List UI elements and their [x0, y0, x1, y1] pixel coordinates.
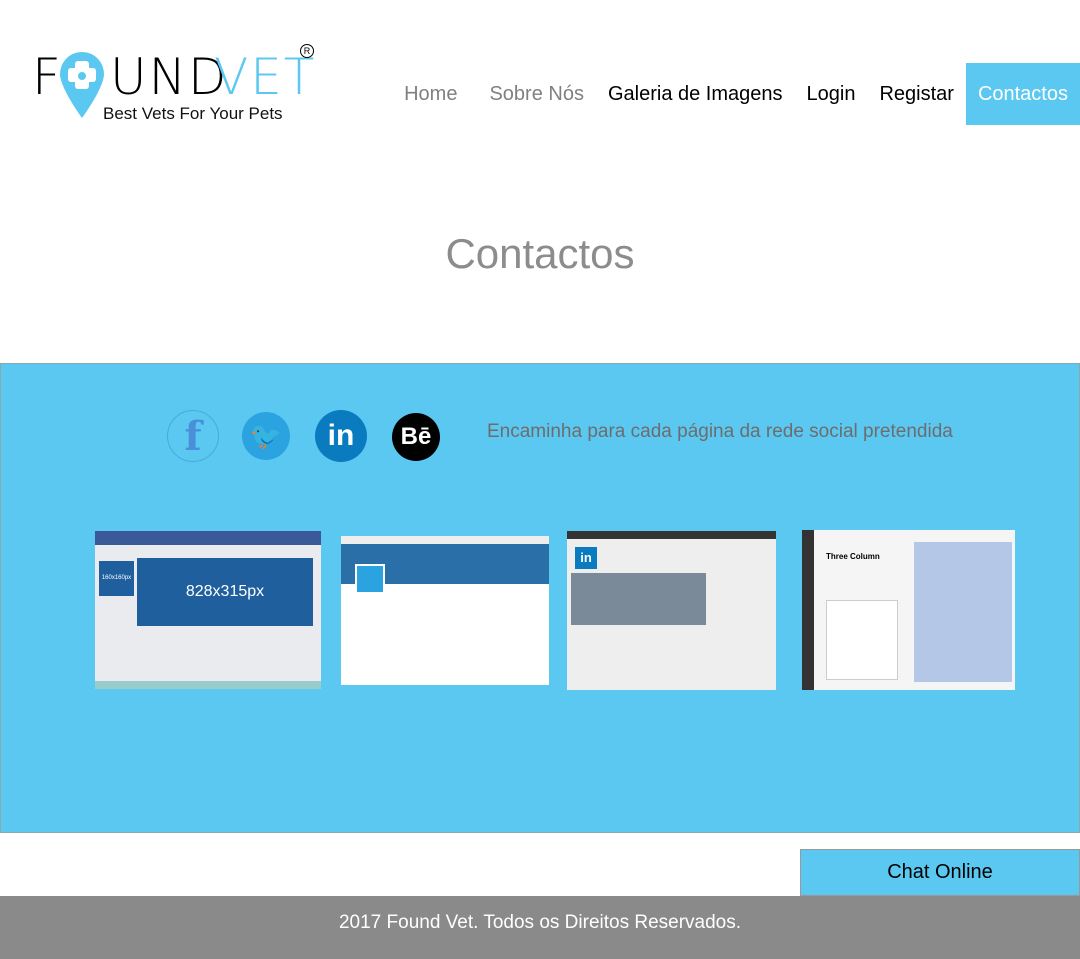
- nav-login[interactable]: Login: [795, 63, 868, 125]
- avatar-placeholder: 160x160px: [99, 561, 134, 596]
- nav-home[interactable]: Home: [392, 63, 469, 125]
- logo-vet: VET: [214, 48, 317, 106]
- logo[interactable]: F UND VET R Best Vets For Your Pets: [32, 42, 322, 127]
- linkedin-preview[interactable]: in: [567, 531, 776, 690]
- nav-sobre-nos[interactable]: Sobre Nós: [477, 63, 596, 125]
- registered-mark: R: [300, 44, 314, 58]
- page-title: Contactos: [445, 230, 635, 277]
- logo-tagline: Best Vets For Your Pets: [103, 104, 283, 123]
- twitter-icon[interactable]: 🐦: [242, 412, 290, 460]
- linkedin-icon[interactable]: in: [315, 410, 367, 462]
- social-message: Encaminha para cada página da rede socia…: [487, 421, 953, 442]
- cover-placeholder: 828x315px: [137, 558, 313, 626]
- behance-title: Three Column: [826, 552, 880, 561]
- nav-registar[interactable]: Registar: [867, 63, 965, 125]
- main-nav: Home Sobre Nós Galeria de Imagens Login …: [392, 63, 1080, 125]
- footer: 2017 Found Vet. Todos os Direitos Reserv…: [0, 896, 1080, 959]
- nav-contactos[interactable]: Contactos: [965, 63, 1080, 125]
- facebook-preview[interactable]: 828x315px 160x160px: [95, 531, 321, 689]
- behance-icon[interactable]: Bē: [392, 413, 440, 461]
- twitter-preview[interactable]: [341, 536, 549, 685]
- nav-galeria[interactable]: Galeria de Imagens: [596, 63, 795, 125]
- chat-online-button[interactable]: Chat Online: [800, 849, 1080, 896]
- pin-icon: [60, 52, 104, 118]
- facebook-icon[interactable]: f: [167, 410, 219, 462]
- behance-preview[interactable]: Three Column: [802, 530, 1015, 690]
- logo-und: UND: [110, 48, 229, 106]
